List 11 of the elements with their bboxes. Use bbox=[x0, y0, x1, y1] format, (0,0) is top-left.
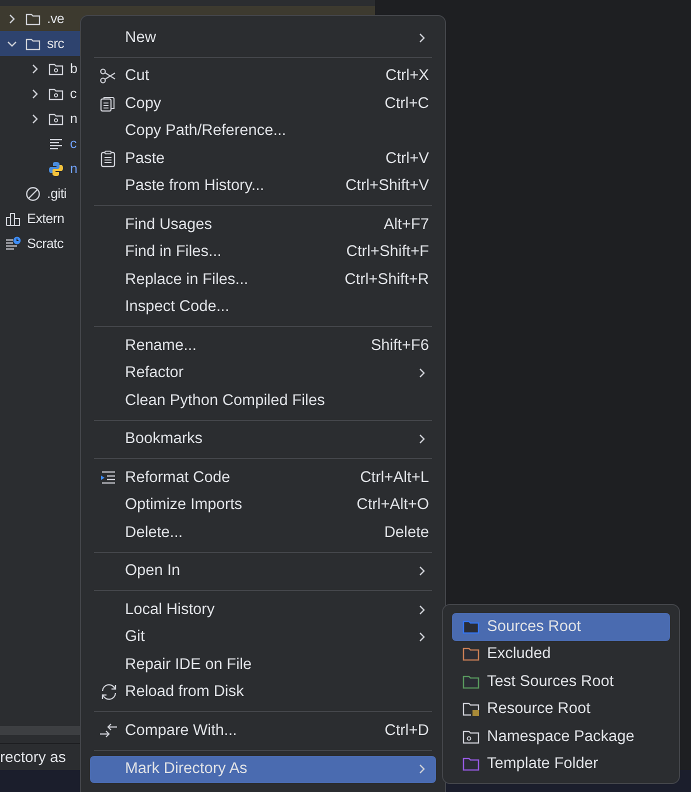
tree-item-label: .ve bbox=[47, 11, 64, 26]
tree-item-label: b bbox=[70, 61, 78, 76]
tree-item-label: c bbox=[70, 136, 76, 151]
tree-item-label: src bbox=[47, 36, 64, 51]
tree-item-label: c bbox=[70, 86, 76, 101]
tree-item-label: .giti bbox=[47, 186, 67, 201]
status-text: rectory as bbox=[0, 748, 66, 766]
tree-item-label: n bbox=[70, 111, 78, 126]
tree-item-label: n bbox=[70, 161, 78, 176]
tree-item-label: Extern bbox=[27, 211, 64, 226]
tree-item-label: Scratc bbox=[27, 236, 64, 251]
